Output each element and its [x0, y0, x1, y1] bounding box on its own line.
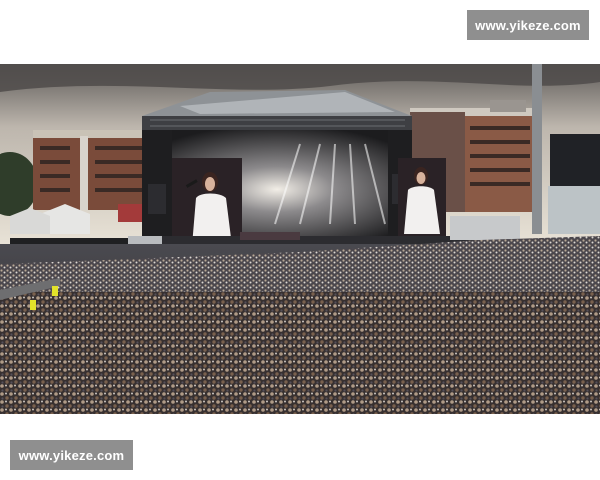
- concert-scene: [0, 64, 600, 414]
- side-screen: [550, 134, 600, 186]
- left-building: [33, 130, 153, 210]
- watermark-top: www.yikeze.com: [467, 10, 589, 40]
- watermark-bottom: www.yikeze.com: [10, 440, 133, 470]
- light-pole: [532, 64, 542, 234]
- concert-photo: 着调: [0, 64, 600, 414]
